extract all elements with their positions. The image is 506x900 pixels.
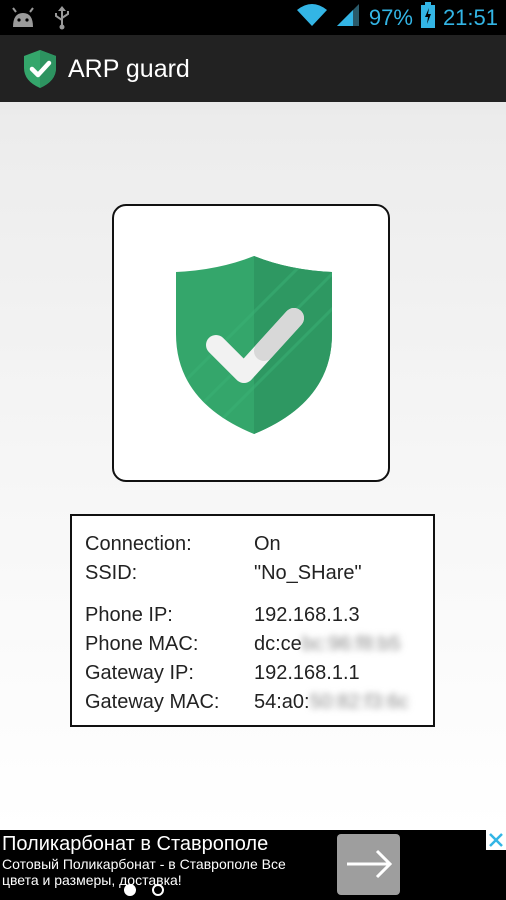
phone-ip-value: 192.168.1.3: [254, 604, 360, 626]
ssid-value: "No_SHare": [254, 562, 362, 584]
app-title: ARP guard: [68, 55, 190, 83]
gateway-mac-visible: 54:a0:: [254, 691, 310, 713]
close-icon: [486, 833, 506, 854]
ad-body[interactable]: Сотовый Поликарбонат - в Ставрополе Все …: [2, 856, 302, 888]
status-bar: 97% 21:51: [0, 0, 506, 35]
gateway-mac-label: Gateway MAC:: [85, 691, 220, 713]
wifi-icon: [296, 3, 327, 32]
ssid-label: SSID:: [85, 562, 138, 584]
shield-check-icon[interactable]: [22, 49, 58, 89]
phone-mac-value: dc:cebc:96:f8:b5: [254, 631, 401, 657]
phone-mac-redacted: bc:96:f8:b5: [301, 633, 401, 655]
gateway-mac-redacted: 50:82:f3:6c: [309, 691, 409, 713]
ad-banner[interactable]: Поликарбонат в Ставрополе Сотовый Полика…: [0, 830, 506, 900]
ad-page-indicator: [152, 884, 164, 896]
gateway-mac-value: 54:a0:50:82:f3:6c: [254, 689, 409, 715]
ad-close-button[interactable]: [486, 830, 506, 850]
action-bar: ARP guard: [0, 35, 506, 102]
phone-ip-label: Phone IP:: [85, 604, 173, 626]
battery-percent: 97%: [368, 4, 413, 30]
ad-open-button[interactable]: [337, 834, 400, 895]
connection-value: On: [254, 533, 281, 555]
battery-charging-icon: [420, 2, 435, 33]
phone-mac-label: Phone MAC:: [85, 633, 199, 655]
gateway-ip-value: 192.168.1.1: [254, 662, 360, 684]
connection-label: Connection:: [85, 533, 192, 555]
protection-status-card: [112, 204, 390, 482]
gateway-ip-label: Gateway IP:: [85, 662, 194, 684]
clock: 21:51: [442, 4, 498, 30]
ad-page-indicator-active: [124, 884, 136, 896]
ad-title[interactable]: Поликарбонат в Ставрополе: [2, 833, 268, 856]
android-debug-icon: [10, 7, 36, 34]
network-info-panel: Connection: On SSID: "No_SHare" Phone IP…: [70, 514, 435, 727]
phone-mac-visible: dc:ce: [254, 633, 302, 655]
usb-icon: [54, 6, 70, 35]
signal-icon: [335, 3, 361, 32]
arrow-right-icon: [337, 849, 400, 899]
